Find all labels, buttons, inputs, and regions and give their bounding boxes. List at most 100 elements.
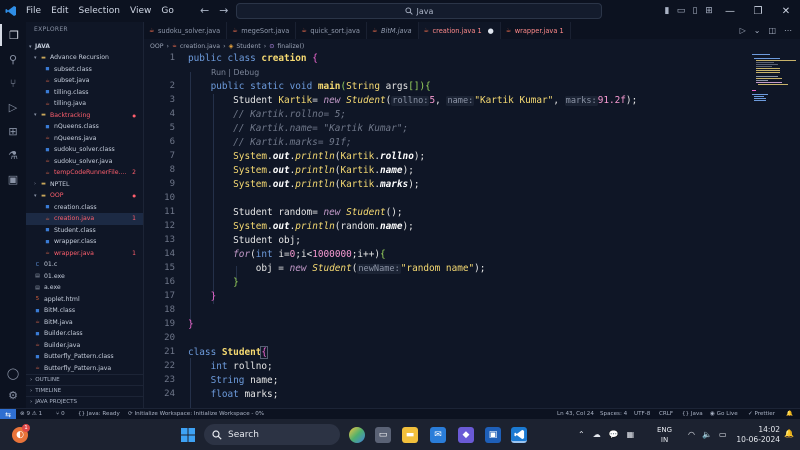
run-debug-codelens[interactable]: Run | Debug bbox=[211, 68, 259, 77]
file-item[interactable]: ◼ BitM.class bbox=[26, 305, 143, 317]
language-indicator[interactable]: ENG IN bbox=[657, 425, 672, 445]
more-actions-icon[interactable]: ⋯ bbox=[784, 26, 792, 35]
quick-settings[interactable]: ◠ 🔈 ▭ bbox=[688, 419, 727, 450]
task-view-icon[interactable]: ▭ bbox=[375, 427, 391, 443]
workspace-status[interactable]: ⟳ Initialize Workspace: Initialize Works… bbox=[128, 411, 264, 417]
encoding[interactable]: UTF-8 bbox=[634, 411, 650, 417]
language-mode[interactable]: {} Java bbox=[682, 411, 703, 417]
section-java-projects[interactable]: › JAVA PROJECTS bbox=[26, 396, 143, 407]
file-item[interactable]: ▤ a.exe bbox=[26, 282, 143, 294]
run-icon[interactable]: ▷ bbox=[740, 26, 746, 35]
file-item[interactable]: ☕ nQueens.java bbox=[26, 133, 143, 145]
file-item[interactable]: ☕ Butterfly_Pattern.java bbox=[26, 363, 143, 375]
file-item[interactable]: ◼ tilling.class bbox=[26, 87, 143, 99]
gear-icon[interactable]: ⚙ bbox=[0, 384, 26, 406]
source-control-icon[interactable]: ⑂ bbox=[0, 72, 26, 94]
file-item[interactable]: ◼ Builder.class bbox=[26, 328, 143, 340]
minimap[interactable] bbox=[750, 52, 800, 408]
extensions-icon[interactable]: ⊞ bbox=[0, 120, 26, 142]
breadcrumb-folder[interactable]: OOP bbox=[150, 43, 163, 50]
file-item[interactable]: ▤ 01.exe bbox=[26, 271, 143, 283]
file-item[interactable]: ◼ subset.class bbox=[26, 64, 143, 76]
file-item[interactable]: ☕ BitM.java bbox=[26, 317, 143, 329]
code-editor[interactable]: 1 2 3 4 5 6 7 8 9 10 11 12 13 14 15 16 17 18 19 20 21 22 23 24 … bbox=[144, 52, 750, 408]
close-button[interactable]: ✕ bbox=[772, 0, 800, 22]
file-item[interactable]: ◼ Butterfly_Pattern.class bbox=[26, 351, 143, 363]
customize-layout-icon[interactable]: ⊞ bbox=[702, 0, 716, 22]
explorer-icon[interactable]: ❐ bbox=[0, 24, 26, 46]
breadcrumb-method[interactable]: finalize() bbox=[277, 43, 304, 50]
go-live-button[interactable]: ◉ Go Live bbox=[710, 411, 738, 417]
app-icon[interactable]: ▣ bbox=[485, 427, 501, 443]
line-ending[interactable]: CRLF bbox=[659, 411, 673, 417]
vscode-logo-icon[interactable] bbox=[0, 0, 22, 22]
breadcrumb-class[interactable]: Student bbox=[236, 43, 260, 50]
folder-item[interactable]: › ▬ NPTEL bbox=[26, 179, 143, 191]
notifications-bell-icon[interactable]: 🔔 bbox=[786, 411, 793, 417]
command-center-search[interactable]: Java bbox=[236, 3, 602, 19]
tab-sudoku-solver[interactable]: ☕ sudoku_solver.java bbox=[144, 22, 228, 39]
file-item[interactable]: ◼ wrapper.class bbox=[26, 236, 143, 248]
minimize-button[interactable]: — bbox=[716, 0, 744, 22]
clock[interactable]: 14:02 10-06-2024 bbox=[736, 425, 780, 445]
tab-bitm[interactable]: ☕ BitM.java bbox=[367, 22, 419, 39]
toggle-panel-icon[interactable]: ▭ bbox=[674, 0, 688, 22]
folder-item[interactable]: ▾ ▬ OOP ● bbox=[26, 190, 143, 202]
toggle-secondary-sidebar-icon[interactable]: ▯ bbox=[688, 0, 702, 22]
file-item[interactable]: ◼ sudoku_solver.class bbox=[26, 144, 143, 156]
tab-quick-sort[interactable]: ☕ quick_sort.java bbox=[296, 22, 367, 39]
problems-indicator[interactable]: ⊗ 9 ⚠ 1 bbox=[20, 411, 42, 417]
tab-wrapper[interactable]: ☕ wrapper.java 1 bbox=[501, 22, 571, 39]
store-icon[interactable]: ◆ bbox=[458, 427, 474, 443]
file-item[interactable]: ◼ creation.class bbox=[26, 202, 143, 214]
section-outline[interactable]: › OUTLINE bbox=[26, 374, 143, 385]
cloud-icon[interactable]: ☁ bbox=[593, 430, 601, 439]
prettier-status[interactable]: ✓ Prettier bbox=[748, 411, 775, 417]
windows-start-icon[interactable] bbox=[180, 427, 196, 443]
cursor-position[interactable]: Ln 43, Col 24 bbox=[557, 411, 594, 417]
testing-icon[interactable]: ⚗ bbox=[0, 144, 26, 166]
file-explorer-icon[interactable]: ▬ bbox=[402, 427, 418, 443]
chevron-down-icon[interactable]: ⌄ bbox=[754, 26, 761, 35]
tab-megesort[interactable]: ☕ megeSort.java bbox=[227, 22, 297, 39]
split-editor-icon[interactable]: ◫ bbox=[768, 26, 776, 35]
back-arrow-icon[interactable]: ← bbox=[200, 4, 209, 17]
run-debug-icon[interactable]: ▷ bbox=[0, 96, 26, 118]
file-item[interactable]: ◼ nQueens.class bbox=[26, 121, 143, 133]
toggle-sidebar-icon[interactable]: ▮ bbox=[660, 0, 674, 22]
indentation[interactable]: Spaces: 4 bbox=[600, 411, 627, 417]
ports-indicator[interactable]: ⑂ 0 bbox=[56, 411, 65, 417]
account-icon[interactable]: ◯ bbox=[0, 362, 26, 384]
folder-item[interactable]: ▾ ▬ Backtracking ● bbox=[26, 110, 143, 122]
menu-go[interactable]: Go bbox=[161, 6, 173, 16]
search-icon[interactable]: ⚲ bbox=[0, 48, 26, 70]
file-item[interactable]: ☕ tilling.java bbox=[26, 98, 143, 110]
gamepad-icon[interactable]: ▦ bbox=[627, 430, 635, 439]
forward-arrow-icon[interactable]: → bbox=[219, 4, 228, 17]
taskbar-search[interactable]: Search bbox=[204, 424, 340, 445]
java-status[interactable]: {} Java: Ready bbox=[78, 411, 120, 417]
file-item[interactable]: 5 applet.html bbox=[26, 294, 143, 306]
file-item[interactable]: ☕ Builder.java bbox=[26, 340, 143, 352]
file-item[interactable]: ☕ creation.java 1 bbox=[26, 213, 143, 225]
section-timeline[interactable]: › TIMELINE bbox=[26, 385, 143, 396]
unsaved-dot-icon[interactable]: ● bbox=[488, 27, 494, 35]
file-item[interactable]: ☕ tempCodeRunnerFile.... 2 bbox=[26, 167, 143, 179]
maximize-button[interactable]: ❐ bbox=[744, 0, 772, 22]
notification-center-icon[interactable]: 🔔 bbox=[784, 429, 794, 438]
vscode-taskbar-icon[interactable] bbox=[511, 427, 527, 443]
file-item[interactable]: C 01.c bbox=[26, 259, 143, 271]
menu-view[interactable]: View bbox=[130, 6, 151, 16]
menu-file[interactable]: File bbox=[26, 6, 41, 16]
chevron-up-icon[interactable]: ⌃ bbox=[578, 430, 585, 439]
chat-icon[interactable]: 💬 bbox=[609, 430, 619, 439]
file-item[interactable]: ☕ wrapper.java 1 bbox=[26, 248, 143, 260]
tab-creation[interactable]: ☕ creation.java 1 ● bbox=[418, 22, 501, 39]
copilot-icon[interactable] bbox=[349, 427, 365, 443]
mail-icon[interactable]: ✉ bbox=[430, 427, 446, 443]
menu-edit[interactable]: Edit bbox=[51, 6, 68, 16]
folder-item[interactable]: ▾ ▬ Advance Recursion bbox=[26, 52, 143, 64]
breadcrumb-file[interactable]: creation.java bbox=[180, 43, 220, 50]
workspace-root[interactable]: ▾ JAVA bbox=[26, 41, 143, 53]
file-item[interactable]: ☕ subset.java bbox=[26, 75, 143, 87]
